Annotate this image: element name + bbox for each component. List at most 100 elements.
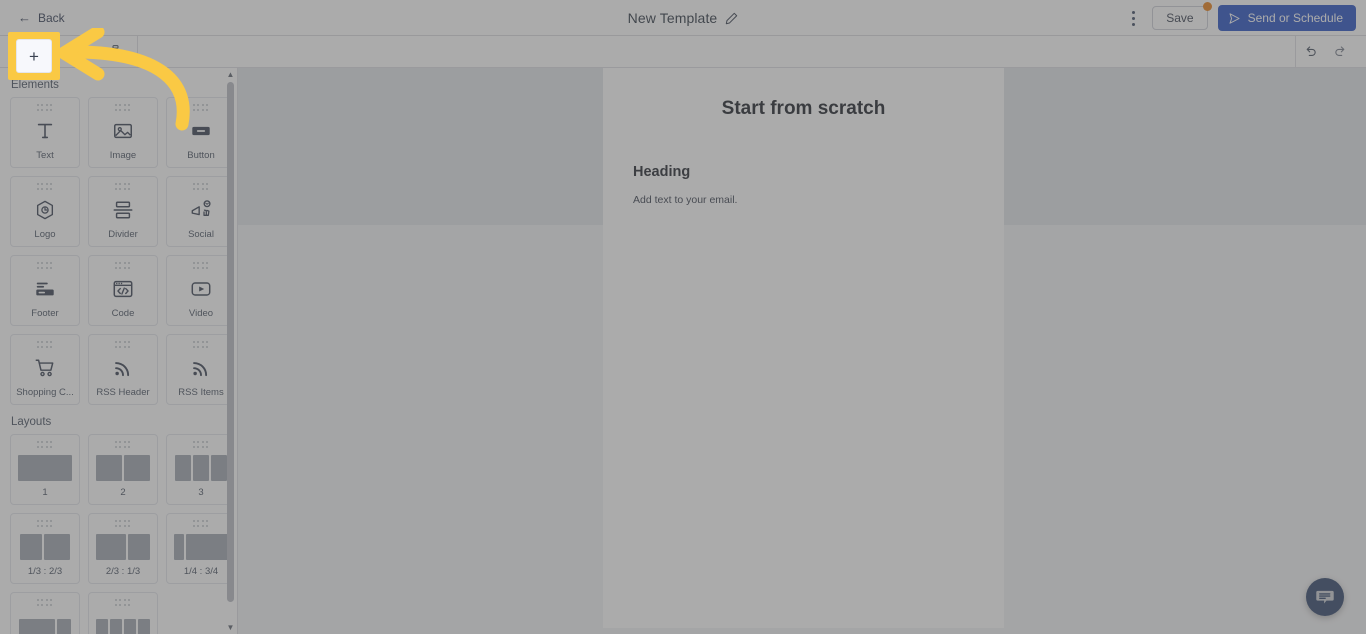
handle-dot — [193, 104, 195, 106]
handle-dot — [193, 187, 195, 190]
elements-sidebar: Elements Text Image Button Logo Divider Socia… — [0, 68, 238, 634]
redo-button[interactable] — [1326, 40, 1354, 64]
element-tile-label: RSS Header — [96, 387, 150, 398]
element-tile-image[interactable]: Image — [88, 97, 158, 168]
kebab-menu-icon[interactable] — [1124, 7, 1142, 29]
email-text-block[interactable]: Heading Add text to your email. — [633, 164, 974, 206]
drag-handle-icon[interactable] — [37, 341, 53, 349]
handle-dot — [128, 445, 131, 448]
element-tile-code[interactable]: Code — [88, 255, 158, 326]
handle-dot — [37, 104, 39, 106]
handle-dot — [123, 445, 126, 448]
drag-handle-icon[interactable] — [37, 599, 53, 607]
element-tile-label: Text — [36, 150, 54, 161]
send-or-schedule-button[interactable]: Send or Schedule — [1217, 5, 1356, 31]
handle-dot — [193, 108, 195, 111]
handle-dot — [128, 187, 131, 190]
drag-handle-icon[interactable] — [193, 341, 209, 349]
elements-section-title: Elements — [11, 79, 59, 91]
drag-handle-icon[interactable] — [115, 341, 131, 349]
back-button[interactable]: ← Back — [18, 11, 65, 25]
layout-tile-5[interactable]: 2/3 : 1/3 — [88, 513, 158, 584]
drag-handle-icon[interactable] — [115, 599, 131, 607]
layout-preview-icon — [19, 618, 71, 634]
layout-icon-wrap — [96, 449, 150, 487]
drag-handle-icon[interactable] — [193, 262, 209, 270]
scrollbar-thumb[interactable] — [227, 82, 234, 602]
drag-handle-icon[interactable] — [193, 183, 209, 191]
handle-dot — [206, 266, 209, 269]
handle-dot — [193, 520, 195, 522]
layout-preview-icon — [174, 534, 227, 560]
preview-button[interactable] — [70, 40, 98, 64]
layout-tile-8[interactable] — [88, 592, 158, 634]
email-title[interactable]: Start from scratch — [603, 98, 1004, 120]
layout-tile-3[interactable]: 3 — [166, 434, 227, 505]
drag-handle-icon[interactable] — [115, 520, 131, 528]
save-button[interactable]: Save — [1152, 2, 1212, 30]
email-block-heading[interactable]: Heading — [633, 164, 974, 180]
handle-dot — [201, 108, 204, 111]
element-tile-video[interactable]: Video — [166, 255, 227, 326]
layout-tile-2[interactable]: 2 — [88, 434, 158, 505]
settings-button[interactable] — [101, 40, 129, 64]
element-tile-social[interactable]: Social — [166, 176, 227, 247]
handle-dot — [128, 345, 131, 348]
handle-dot — [206, 104, 209, 106]
handle-dot — [197, 520, 200, 522]
drag-handle-icon[interactable] — [115, 104, 131, 112]
handle-dot — [119, 104, 122, 106]
pencil-icon[interactable] — [725, 12, 738, 25]
element-tile-shopping-c[interactable]: Shopping C... — [10, 334, 80, 405]
element-tile-button[interactable]: Button — [166, 97, 227, 168]
layout-tile-7[interactable] — [10, 592, 80, 634]
element-tile-rss-items[interactable]: RSS Items — [166, 334, 227, 405]
element-tile-rss-header[interactable]: RSS Header — [88, 334, 158, 405]
drag-handle-icon[interactable] — [115, 262, 131, 270]
chat-support-button[interactable] — [1306, 578, 1344, 616]
drag-handle-icon[interactable] — [37, 520, 53, 528]
layout-column — [186, 534, 227, 560]
drag-handle-icon[interactable] — [193, 441, 209, 449]
drag-handle-icon[interactable] — [193, 104, 209, 112]
element-tile-label: RSS Items — [178, 387, 224, 398]
layout-tile-1[interactable]: 1 — [10, 434, 80, 505]
add-block-button-highlighted[interactable]: + — [16, 39, 52, 73]
email-canvas[interactable]: Start from scratch Heading Add text to y… — [238, 68, 1366, 634]
drag-handle-icon[interactable] — [37, 104, 53, 112]
handle-dot — [37, 262, 39, 264]
drag-handle-icon[interactable] — [115, 441, 131, 449]
handle-dot — [201, 341, 204, 343]
preview-icon — [77, 46, 91, 54]
handle-dot — [119, 603, 122, 606]
element-tile-text[interactable]: Text — [10, 97, 80, 168]
send-button-label: Send or Schedule — [1247, 11, 1343, 25]
layout-tile-6[interactable]: 1/4 : 3/4 — [166, 513, 227, 584]
scroll-up-arrow[interactable]: ▲ — [226, 70, 235, 79]
handle-dot — [119, 266, 122, 269]
email-body[interactable]: Start from scratch Heading Add text to y… — [603, 68, 1004, 628]
drag-handle-icon[interactable] — [37, 262, 53, 270]
drag-handle-icon[interactable] — [193, 520, 209, 528]
element-tile-label: Divider — [108, 229, 138, 240]
element-tile-footer[interactable]: Footer — [10, 255, 80, 326]
element-tile-logo[interactable]: Logo — [10, 176, 80, 247]
layout-column — [20, 534, 42, 560]
undo-button[interactable] — [1296, 40, 1324, 64]
element-tile-divider[interactable]: Divider — [88, 176, 158, 247]
drag-handle-icon[interactable] — [37, 183, 53, 191]
handle-dot — [41, 183, 44, 185]
handle-dot — [201, 266, 204, 269]
sidebar-scrollbar[interactable]: ▲ ▼ — [226, 70, 235, 632]
handle-dot — [50, 345, 53, 348]
rss-icon — [190, 349, 212, 387]
annotation-highlight-box: + — [8, 32, 60, 80]
drag-handle-icon[interactable] — [37, 441, 53, 449]
handle-dot — [123, 441, 126, 443]
element-tile-label: Logo — [34, 229, 56, 240]
scroll-down-arrow[interactable]: ▼ — [226, 623, 235, 632]
drag-handle-icon[interactable] — [115, 183, 131, 191]
handle-dot — [50, 262, 53, 264]
email-block-text[interactable]: Add text to your email. — [633, 194, 974, 206]
layout-tile-4[interactable]: 1/3 : 2/3 — [10, 513, 80, 584]
